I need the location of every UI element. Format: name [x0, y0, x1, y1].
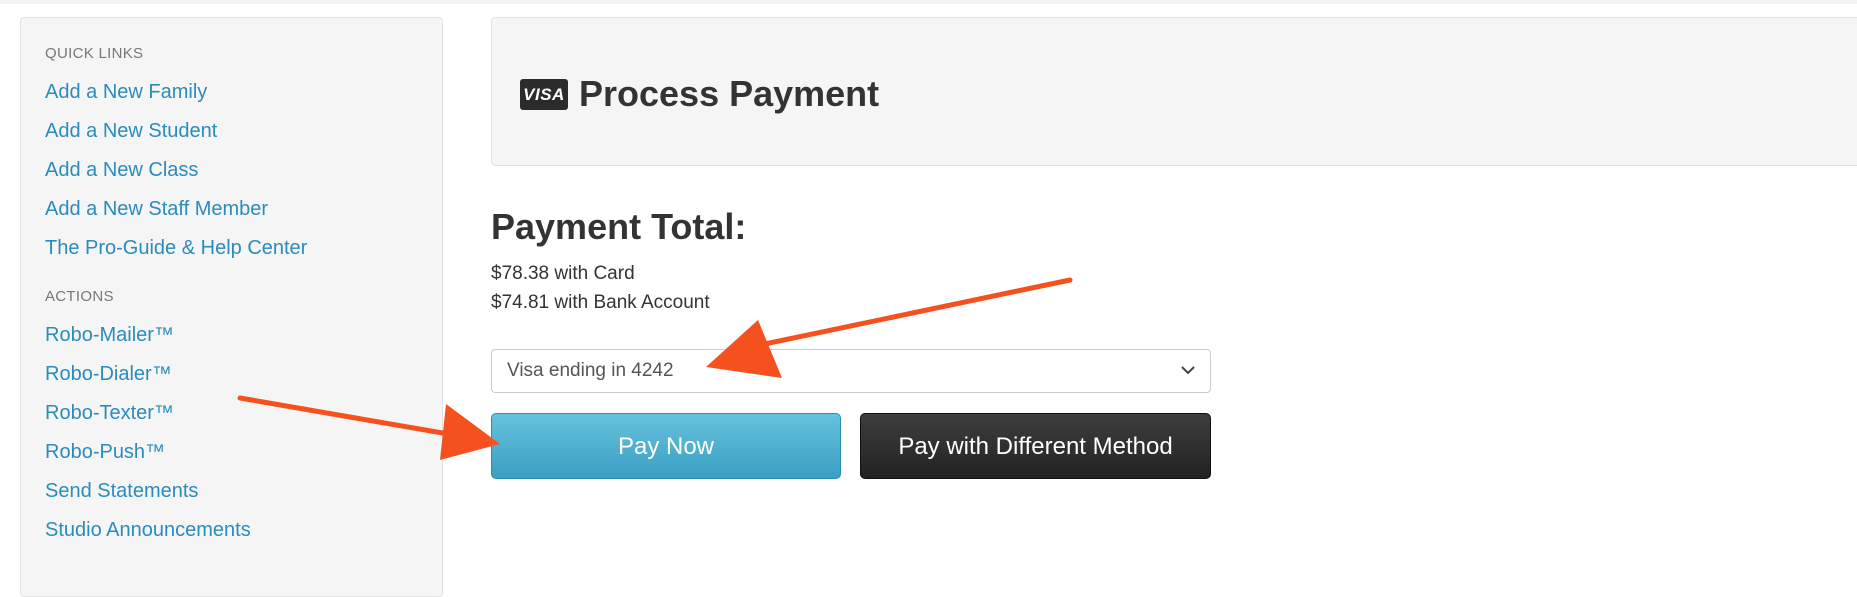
page-title: Process Payment	[579, 73, 880, 114]
quick-link-item: Add a New Student	[45, 112, 418, 151]
payment-total-heading: Payment Total:	[491, 206, 747, 247]
add-student-link[interactable]: Add a New Student	[45, 120, 217, 142]
sidebar: QUICK LINKS Add a New Family Add a New S…	[20, 17, 443, 597]
top-border	[0, 0, 1857, 4]
studio-announcements-link[interactable]: Studio Announcements	[45, 519, 251, 541]
chevron-down-icon	[1181, 362, 1195, 380]
robo-texter-link[interactable]: Robo-Texter™	[45, 402, 174, 424]
selected-method-text: Visa ending in 4242	[507, 360, 674, 381]
actions-heading: ACTIONS	[45, 288, 114, 305]
quick-link-item: Add a New Family	[45, 73, 418, 112]
robo-dialer-link[interactable]: Robo-Dialer™	[45, 363, 172, 385]
quick-link-item: Add a New Staff Member	[45, 190, 418, 229]
robo-push-link[interactable]: Robo-Push™	[45, 441, 165, 463]
header-title-row: VISA Process Payment	[520, 74, 879, 114]
add-family-link[interactable]: Add a New Family	[45, 81, 207, 103]
pay-now-button[interactable]: Pay Now	[491, 413, 841, 479]
add-staff-link[interactable]: Add a New Staff Member	[45, 198, 268, 220]
visa-card-icon: VISA	[520, 78, 568, 110]
card-amount: $78.38 with Card	[491, 263, 635, 284]
action-item: Robo-Dialer™	[45, 355, 418, 394]
bank-amount: $74.81 with Bank Account	[491, 292, 710, 313]
pay-different-method-button[interactable]: Pay with Different Method	[860, 413, 1211, 479]
robo-mailer-link[interactable]: Robo-Mailer™	[45, 324, 174, 346]
quick-links-heading: QUICK LINKS	[45, 45, 144, 62]
action-item: Send Statements	[45, 472, 418, 511]
send-statements-link[interactable]: Send Statements	[45, 480, 198, 502]
page-header: VISA Process Payment	[491, 17, 1857, 166]
add-class-link[interactable]: Add a New Class	[45, 159, 198, 181]
action-item: Robo-Push™	[45, 433, 418, 472]
quick-link-item: The Pro-Guide & Help Center	[45, 229, 418, 268]
action-item: Robo-Mailer™	[45, 316, 418, 355]
payment-method-select[interactable]: Visa ending in 4242	[491, 349, 1211, 393]
action-item: Studio Announcements	[45, 511, 418, 550]
actions-list: Robo-Mailer™ Robo-Dialer™ Robo-Texter™ R…	[45, 316, 418, 550]
quick-link-item: Add a New Class	[45, 151, 418, 190]
quick-links-list: Add a New Family Add a New Student Add a…	[45, 73, 418, 268]
action-item: Robo-Texter™	[45, 394, 418, 433]
help-center-link[interactable]: The Pro-Guide & Help Center	[45, 237, 307, 259]
